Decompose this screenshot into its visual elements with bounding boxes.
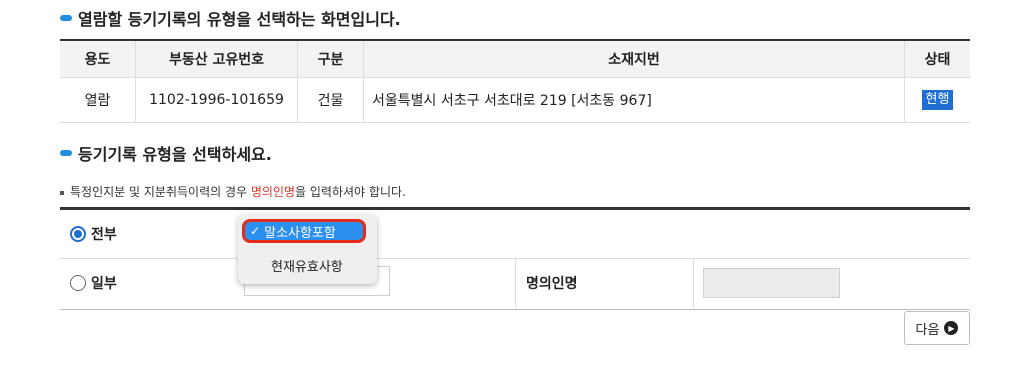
column-header-category: 구분: [297, 40, 364, 78]
cell-unique-no: 1102-1996-101659: [135, 77, 298, 123]
radio-label-all: 전부: [91, 227, 117, 243]
column-header-unique-no: 부동산 고유번호: [135, 40, 298, 78]
radio-option-all[interactable]: 전부: [70, 224, 117, 244]
arrow-right-icon: ▶: [944, 321, 959, 335]
column-header-status: 상태: [904, 40, 970, 78]
cell-purpose: 열람: [60, 77, 136, 123]
owner-name-input[interactable]: [703, 268, 840, 298]
property-info-table: 용도 부동산 고유번호 구분 소재지번 상태 열람 1102-1996-1016…: [60, 39, 970, 123]
dropdown-option-selected[interactable]: ✓ 말소사항포함: [242, 219, 366, 243]
page-title-text: 열람할 등기기록의 유형을 선택하는 화면입니다.: [78, 10, 401, 29]
bullet-icon: [60, 15, 72, 21]
radio-button-unchecked[interactable]: [70, 275, 86, 291]
table-row: 열람 1102-1996-101659 건물 서울특별시 서초구 서초대로 21…: [60, 77, 970, 123]
table-header-row: 용도 부동산 고유번호 구분 소재지번 상태: [60, 40, 970, 78]
square-bullet-icon: [60, 190, 64, 195]
column-header-purpose: 용도: [60, 40, 136, 78]
section-title: 등기기록 유형을 선택하세요.: [60, 141, 272, 165]
column-header-address: 소재지번: [363, 40, 905, 78]
cell-address: 서울특별시 서초구 서초대로 219 [서초동 967]: [363, 77, 905, 123]
record-type-form: 전부 일부 명의인명: [60, 207, 970, 310]
form-row-all: 전부: [60, 210, 970, 259]
form-row-partial: 일부 명의인명: [60, 259, 970, 307]
record-type-dropdown[interactable]: ✓ 말소사항포함 현재유효사항: [238, 214, 377, 284]
owner-name-label: 명의인명: [526, 276, 578, 292]
notice-highlight: 명의인명: [250, 185, 296, 199]
divider: [693, 259, 694, 307]
dropdown-option-label: 말소사항포함: [264, 225, 336, 241]
next-button-label: 다음: [915, 322, 940, 338]
cell-category: 건물: [297, 77, 364, 123]
divider: [515, 259, 516, 307]
notice-after: 을 입력하셔야 합니다.: [295, 185, 406, 199]
next-button[interactable]: 다음 ▶: [904, 311, 970, 345]
radio-option-partial[interactable]: 일부: [70, 273, 117, 293]
section-title-text: 등기기록 유형을 선택하세요.: [78, 145, 272, 164]
cell-status: 현행: [904, 77, 970, 123]
dropdown-option[interactable]: 현재유효사항: [271, 256, 343, 275]
notice-before: 특정인지분 및 지분취득이력의 경우: [70, 185, 251, 199]
checkmark-icon: ✓: [250, 224, 261, 238]
radio-label-partial: 일부: [91, 276, 117, 292]
status-badge: 현행: [921, 90, 954, 110]
bullet-icon: [60, 150, 72, 156]
page-title: 열람할 등기기록의 유형을 선택하는 화면입니다.: [60, 6, 401, 30]
notice-text: 특정인지분 및 지분취득이력의 경우 명의인명을 입력하셔야 합니다.: [60, 183, 406, 200]
radio-button-checked[interactable]: [70, 226, 86, 242]
